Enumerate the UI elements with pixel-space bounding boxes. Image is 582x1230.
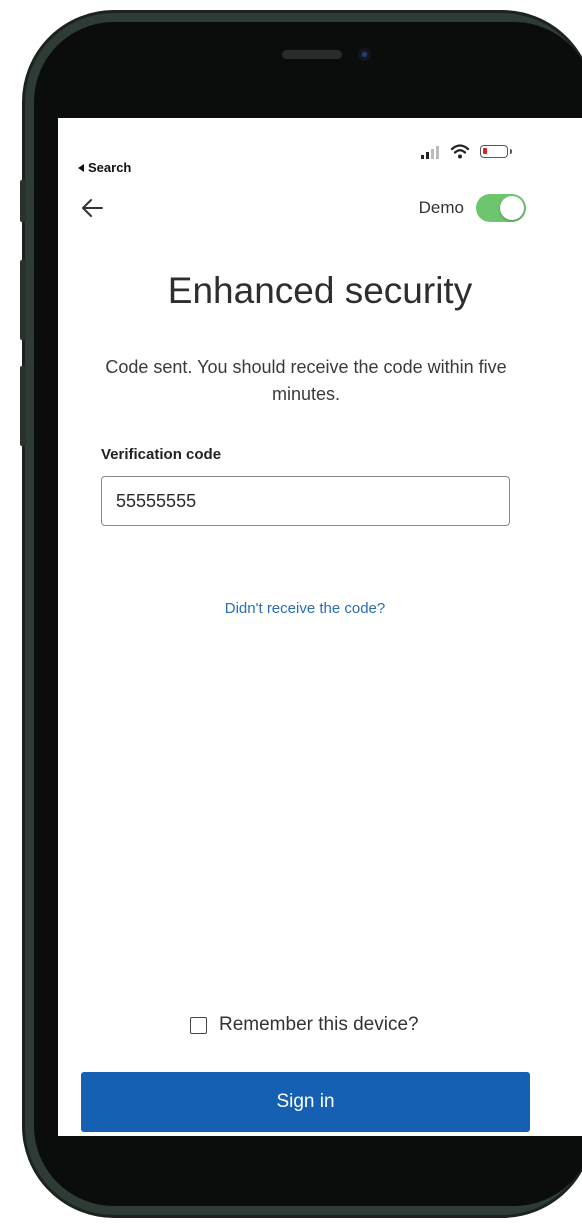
verification-code-input[interactable] [101, 476, 510, 526]
volume-up-button [20, 260, 26, 340]
back-to-app-label: Search [88, 160, 132, 175]
demo-toggle[interactable] [476, 194, 526, 222]
demo-label: Demo [418, 198, 464, 217]
front-camera [358, 48, 371, 61]
page-title: Enhanced security [167, 270, 473, 311]
arrow-left-icon[interactable] [78, 194, 108, 222]
app-screen: Search Demo Enhanced security Code sent.… [58, 118, 582, 1136]
remember-device-option[interactable]: Remember this device? [190, 1014, 419, 1036]
wifi-icon [450, 144, 470, 159]
sign-in-button[interactable]: Sign in [81, 1072, 530, 1132]
toggle-knob [500, 196, 524, 220]
phone-mockup: Search Demo Enhanced security Code sent.… [0, 0, 582, 1230]
battery-low-icon [480, 145, 512, 158]
back-triangle-icon [78, 163, 84, 172]
cellular-signal-icon [421, 145, 439, 159]
status-bar: Search [58, 118, 582, 182]
verification-code-label: Verification code [101, 446, 222, 463]
earpiece-speaker [282, 50, 342, 59]
back-to-app-link[interactable]: Search [78, 160, 131, 175]
remember-device-label: Remember this device? [219, 1014, 419, 1035]
status-icons [420, 144, 512, 159]
resend-code-link[interactable]: Didn't receive the code? [58, 600, 552, 617]
mute-switch [20, 180, 26, 222]
remember-device-checkbox[interactable] [190, 1016, 207, 1034]
code-sent-message: Code sent. You should receive the code w… [105, 357, 507, 404]
demo-mode-control: Demo [419, 194, 526, 222]
volume-down-button [20, 366, 26, 446]
